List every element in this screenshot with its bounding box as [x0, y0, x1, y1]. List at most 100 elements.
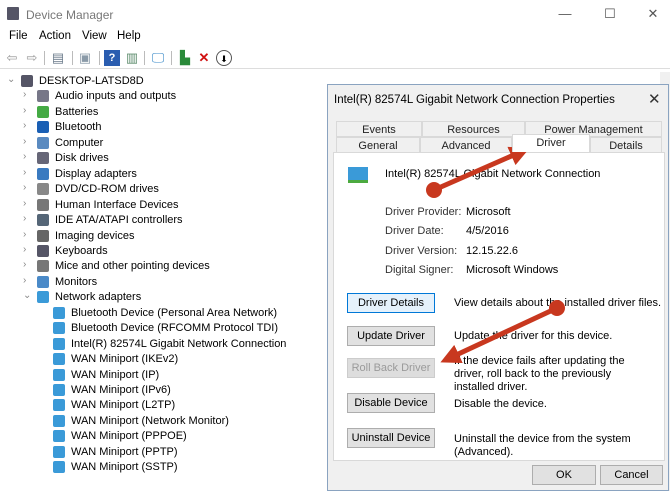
device-icon — [37, 167, 49, 180]
driver-details-button[interactable]: Driver Details — [347, 293, 435, 313]
tree-item-label: Mice and other pointing devices — [55, 260, 210, 273]
uninstall-icon[interactable]: ✕ — [196, 50, 212, 66]
tab-driver[interactable]: Driver — [512, 134, 590, 152]
scan-hardware-icon[interactable]: 🖵 — [150, 50, 166, 66]
device-name: Intel(R) 82574L Gigabit Network Connecti… — [385, 168, 601, 180]
device-icon — [53, 399, 65, 412]
chevron-right-icon[interactable]: › — [23, 89, 33, 100]
dialog-close-button[interactable]: ✕ — [648, 90, 661, 108]
chevron-right-icon[interactable]: › — [23, 259, 33, 270]
disable-device-button[interactable]: Disable Device — [347, 393, 435, 413]
chevron-right-icon[interactable]: › — [23, 198, 33, 209]
chevron-right-icon[interactable]: › — [23, 136, 33, 147]
uninstall-device-button[interactable]: Uninstall Device — [347, 428, 435, 448]
tree-item-label: Computer — [55, 136, 104, 149]
tree-item-label: WAN Miniport (PPPOE) — [71, 430, 187, 443]
close-button[interactable]: ✕ — [645, 6, 661, 22]
tab-general[interactable]: General — [336, 137, 420, 153]
device-icon — [37, 229, 49, 242]
device-tree: ⌄ DESKTOP-LATSD8D › Audio inputs and output… — [0, 72, 330, 491]
tab-details[interactable]: Details — [590, 137, 662, 153]
tree-item-label: WAN Miniport (IP) — [71, 368, 160, 381]
help-icon[interactable]: ? — [104, 50, 120, 66]
properties-dialog: Intel(R) 82574L Gigabit Network Connecti… — [327, 84, 669, 491]
menu-view[interactable]: View — [82, 30, 107, 42]
maximize-button[interactable]: ☐ — [602, 6, 618, 22]
menu-help[interactable]: Help — [117, 30, 141, 42]
menu-bar: File Action View Help — [0, 28, 670, 46]
device-icon — [53, 353, 65, 366]
tree-item-label: Batteries — [55, 105, 99, 118]
tree-item-label: Audio inputs and outputs — [55, 90, 177, 103]
tab-events[interactable]: Events — [336, 121, 422, 137]
action-description: Uninstall the device from the system (Ad… — [454, 433, 631, 458]
device-icon — [37, 291, 49, 304]
device-icon — [37, 214, 49, 227]
chevron-right-icon[interactable]: › — [23, 229, 33, 240]
cancel-button[interactable]: Cancel — [600, 465, 663, 485]
info-value: Microsoft — [466, 206, 511, 218]
action-description: Update the driver for this device. — [454, 330, 613, 342]
chevron-right-icon[interactable]: › — [23, 213, 33, 224]
title-bar: Device Manager — ☐ ✕ — [0, 0, 670, 28]
minimize-button[interactable]: — — [557, 6, 573, 22]
info-label: Driver Date: — [385, 225, 444, 237]
tree-item-label: Bluetooth Device (Personal Area Network) — [71, 306, 278, 319]
tree-item-label: Imaging devices — [55, 229, 135, 242]
forward-icon[interactable]: ⇨ — [24, 50, 40, 66]
device-manager-icon — [7, 7, 19, 20]
tab-resources[interactable]: Resources — [422, 121, 525, 137]
chevron-right-icon[interactable]: › — [23, 120, 33, 131]
add-driver-icon[interactable]: ▙ — [177, 50, 193, 66]
tree-item-label: IDE ATA/ATAPI controllers — [55, 214, 183, 227]
tree-item-label: DESKTOP-LATSD8D — [39, 75, 144, 87]
properties-icon[interactable]: ▤ — [50, 50, 66, 66]
device-icon — [53, 368, 65, 381]
tree-item-label: Human Interface Devices — [55, 198, 179, 211]
tree-item-label: WAN Miniport (IKEv2) — [71, 353, 179, 366]
tree-item-label: WAN Miniport (Network Monitor) — [71, 414, 229, 427]
chevron-down-icon[interactable]: ⌄ — [23, 290, 33, 301]
device-icon — [53, 306, 65, 319]
tree-item-label: Monitors — [55, 275, 98, 288]
device-icon — [53, 445, 65, 458]
chevron-right-icon[interactable]: › — [23, 275, 33, 286]
info-value: 12.15.22.6 — [466, 245, 518, 257]
info-label: Driver Version: — [385, 245, 458, 257]
chevron-right-icon[interactable]: › — [23, 105, 33, 116]
tree-item-label: WAN Miniport (SSTP) — [71, 461, 178, 474]
driver-panel: Intel(R) 82574L Gigabit Network Connecti… — [333, 152, 665, 461]
chevron-down-icon[interactable]: ⌄ — [7, 74, 17, 85]
info-value: Microsoft Windows — [466, 264, 559, 276]
separator — [144, 51, 145, 65]
device-icon — [37, 121, 49, 134]
chevron-right-icon[interactable]: › — [23, 182, 33, 193]
tree-item-label: Display adapters — [55, 167, 137, 180]
chevron-right-icon[interactable]: › — [23, 244, 33, 255]
tree-item-label: WAN Miniport (L2TP) — [71, 399, 176, 412]
menu-action[interactable]: Action — [39, 30, 71, 42]
separator — [44, 51, 45, 65]
device-icon — [37, 183, 49, 196]
tree-item-label: Bluetooth — [55, 121, 102, 134]
separator — [99, 51, 100, 65]
back-icon[interactable]: ⇦ — [4, 50, 20, 66]
info-label: Digital Signer: — [385, 264, 454, 276]
chevron-right-icon[interactable]: › — [23, 167, 33, 178]
show-hidden-icon[interactable]: ▥ — [124, 50, 140, 66]
chevron-right-icon[interactable]: › — [23, 151, 33, 162]
device-icon — [37, 152, 49, 165]
device-icon — [37, 136, 49, 149]
window-title: Device Manager — [26, 8, 114, 22]
ok-button[interactable]: OK — [532, 465, 596, 485]
tree-item-label: Disk drives — [55, 152, 109, 165]
tree-item-label: Bluetooth Device (RFCOMM Protocol TDI) — [71, 322, 279, 335]
update-icon[interactable]: ▣ — [77, 50, 93, 66]
menu-file[interactable]: File — [9, 30, 28, 42]
disable-icon[interactable]: ⬇ — [216, 50, 232, 66]
update-driver-button[interactable]: Update Driver — [347, 326, 435, 346]
action-description: View details about the installed driver … — [454, 297, 662, 309]
tab-advanced[interactable]: Advanced — [420, 137, 512, 153]
device-icon — [37, 275, 49, 288]
separator — [72, 51, 73, 65]
